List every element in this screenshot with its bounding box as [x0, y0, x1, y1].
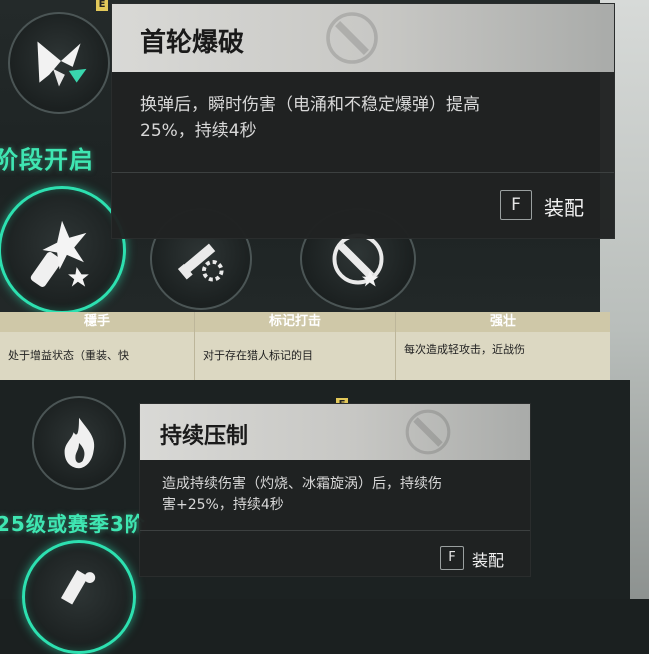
- tooltip-divider: [112, 172, 614, 173]
- tooltip-desc-line: 造成持续伤害（灼烧、冰霜旋涡）后，持续伤: [162, 476, 442, 492]
- stage-label: 阶段开启: [0, 146, 94, 174]
- equip-button[interactable]: 装配: [544, 192, 584, 221]
- perk-card-desc: 对于存在猎人标记的目: [203, 349, 313, 362]
- perk-tooltip-first-round-blast: 首轮爆破 换弹后，瞬时伤害（电涌和不稳定爆弹）提高 25%，持续4秒 F 装配: [112, 4, 614, 238]
- tooltip-title: 首轮爆破: [140, 28, 245, 58]
- explosive-round-icon: [30, 220, 89, 287]
- tooltip-description: 换弹后，瞬时伤害（电涌和不稳定爆弹）提高 25%，持续4秒: [140, 92, 480, 144]
- perk-card-strong[interactable]: 强壮 每次造成轻攻击，近战伤: [396, 312, 610, 380]
- butterfly-blade-icon: [37, 41, 87, 87]
- equip-button[interactable]: 装配: [472, 547, 504, 571]
- flame-icon: [64, 417, 95, 469]
- header-emblem-icon: [326, 12, 378, 64]
- perk-card-desc: 处于增益状态（重装、快: [8, 349, 129, 362]
- perk-card-mark-strike[interactable]: 标记打击 对于存在猎人标记的目: [195, 312, 396, 380]
- stage-badge: E: [96, 0, 108, 11]
- stage-label-bottom: 25级或赛季3阶: [0, 512, 146, 536]
- equip-key-hint: F: [440, 546, 464, 570]
- perk-slot-explosive-round[interactable]: [0, 186, 126, 314]
- tooltip-desc-line: 换弹后，瞬时伤害（电涌和不稳定爆弹）提高: [140, 95, 480, 115]
- tooltip-title: 持续压制: [160, 424, 249, 449]
- perk-slot-torch[interactable]: [22, 540, 136, 654]
- tooltip-header: 首轮爆破: [112, 4, 614, 72]
- perk-slot-flame[interactable]: [32, 396, 126, 490]
- perk-tooltip-sustained-suppression: 持续压制 造成持续伤害（灼烧、冰霜旋涡）后，持续伤 害+25%，持续4秒 F 装…: [140, 404, 530, 576]
- perk-card-title: 强壮: [396, 312, 610, 332]
- perk-card-title: 标记打击: [195, 312, 395, 332]
- tooltip-desc-line: 害+25%，持续4秒: [162, 497, 284, 513]
- perk-slot-butterfly[interactable]: [8, 12, 110, 114]
- tooltip-desc-line: 25%，持续4秒: [140, 121, 257, 141]
- perk-card-desc: 每次造成轻攻击，近战伤: [404, 343, 525, 356]
- perk-description-strip: 穩手 处于增益状态（重装、快 标记打击 对于存在猎人标记的目 强壮 每次造成轻攻…: [0, 312, 610, 380]
- perk-card-title: 穩手: [0, 312, 194, 332]
- torch-icon: [60, 570, 96, 605]
- tooltip-description: 造成持续伤害（灼烧、冰霜旋涡）后，持续伤 害+25%，持续4秒: [162, 474, 442, 516]
- tooltip-divider: [140, 530, 530, 531]
- equip-key-hint: F: [500, 190, 532, 220]
- tooltip-header: 持续压制: [140, 404, 530, 460]
- header-emblem-icon: [405, 409, 451, 455]
- perk-card-steady[interactable]: 穩手 处于增益状态（重装、快: [0, 312, 195, 380]
